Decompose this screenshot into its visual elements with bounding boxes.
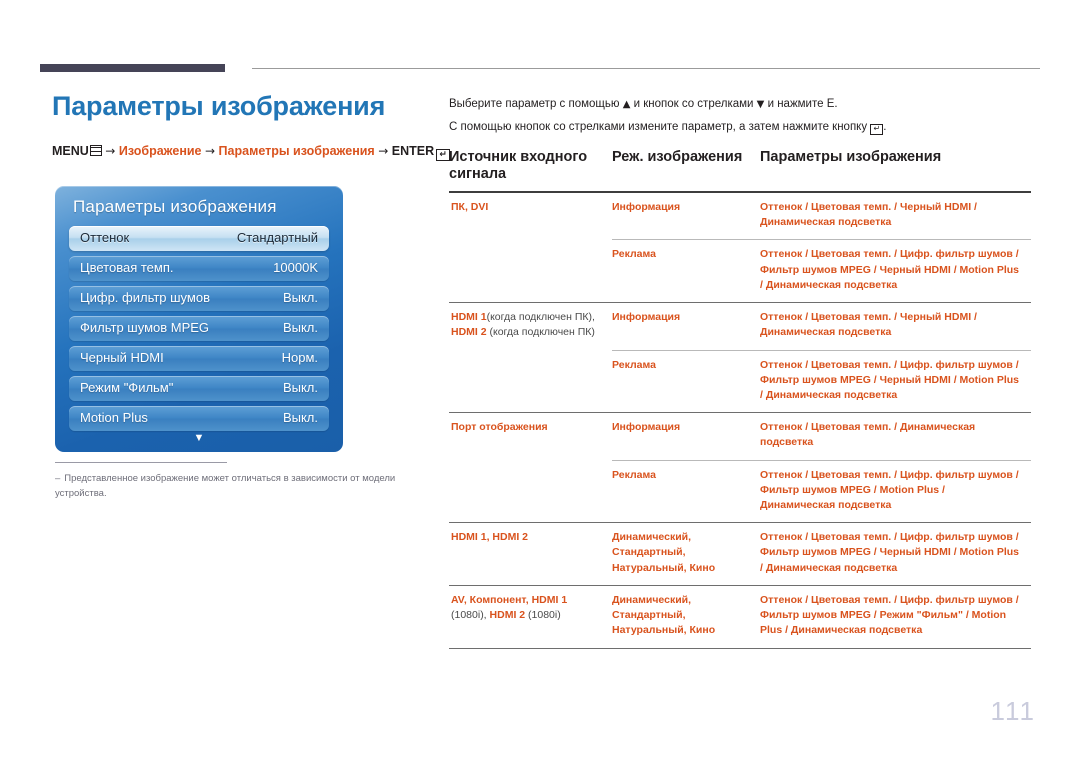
osd-item-tint[interactable]: Оттенок Стандартный bbox=[69, 226, 329, 251]
footnote-text: ‒ Представленное изображение может отлича… bbox=[55, 471, 415, 501]
header-rule-dark-bar bbox=[40, 64, 225, 72]
table-cell-options: Оттенок / Цветовая темп. / Цифр. фильтр … bbox=[760, 239, 1031, 303]
instruction-1-part-3: и нажмите Е. bbox=[767, 98, 838, 110]
table-cell-options: Оттенок / Цветовая темп. / Цифр. фильтр … bbox=[760, 584, 1031, 649]
menu-path-breadcrumb: MENU → Изображение → Параметры изображен… bbox=[52, 143, 451, 161]
osd-item-color-temperature[interactable]: Цветовая темп. 10000K bbox=[69, 256, 329, 281]
table-header-source: Источник входного сигнала bbox=[449, 148, 588, 183]
menu-path-step-2: Параметры изображения bbox=[218, 143, 375, 158]
table-cell-options: Оттенок / Цветовая темп. / Черный HDMI /… bbox=[760, 191, 1031, 240]
table-cell-source: Порт отображения bbox=[449, 412, 612, 523]
osd-item-film-mode[interactable]: Режим "Фильм" Выкл. bbox=[69, 376, 329, 401]
table-cell-mode: Динамический, Стандартный, Натуральный, … bbox=[612, 584, 760, 649]
source-token-2: HDMI 2 bbox=[451, 326, 487, 339]
header-rule bbox=[40, 64, 1040, 72]
menu-path-menu-label: MENU bbox=[52, 143, 89, 158]
table-cell-options: Оттенок / Цветовая темп. / Цифр. фильтр … bbox=[760, 459, 1031, 523]
table-cell-mode: Реклама bbox=[612, 239, 760, 303]
table-cell-mode: Информация bbox=[612, 191, 760, 240]
source-token-2: HDMI 2 bbox=[489, 609, 526, 622]
source-token-1: HDMI 1 bbox=[451, 311, 487, 324]
source-note-2: (когда подключен ПК) bbox=[486, 326, 595, 339]
instruction-line-2: С помощью кнопок со стрелками измените п… bbox=[449, 121, 1031, 135]
table-cell-mode: Динамический, Стандартный, Натуральный, … bbox=[612, 522, 760, 586]
source-token-1: AV, Компонент, HDMI 1 bbox=[451, 593, 568, 606]
source-note-2: (1080i) bbox=[525, 609, 561, 622]
osd-item-value: Выкл. bbox=[282, 380, 318, 395]
table-cell-options: Оттенок / Цветовая темп. / Черный HDMI /… bbox=[760, 302, 1031, 350]
osd-item-value: Норм. bbox=[281, 350, 318, 365]
table-header-picture-options: Параметры изображения bbox=[760, 148, 942, 165]
table-bottom-rule bbox=[449, 647, 1031, 665]
table-header-row: Источник входного сигнала Реж. изображен… bbox=[449, 149, 1031, 192]
table-cell-options: Оттенок / Цветовая темп. / Динамическая … bbox=[760, 412, 1031, 461]
osd-panel-title: Параметры изображения bbox=[73, 197, 277, 216]
osd-item-digital-noise-filter[interactable]: Цифр. фильтр шумов Выкл. bbox=[69, 286, 329, 311]
osd-item-motion-plus[interactable]: Motion Plus Выкл. bbox=[69, 406, 329, 431]
table-row: ПК, DVI Информация Оттенок / Цветовая те… bbox=[449, 191, 1031, 303]
footnote: ‒ Представленное изображение может отлича… bbox=[55, 462, 415, 501]
table-row: HDMI 1, HDMI 2 Динамический, Стандартный… bbox=[449, 522, 1031, 586]
osd-picture-options-panel: Параметры изображения Оттенок Стандартны… bbox=[55, 186, 343, 452]
osd-item-hdmi-black-level[interactable]: Черный HDMI Норм. bbox=[69, 346, 329, 371]
osd-item-label: Цифр. фильтр шумов bbox=[80, 290, 210, 305]
menu-path-enter-label: ENTER bbox=[391, 143, 435, 158]
osd-item-value: Выкл. bbox=[282, 320, 318, 335]
table-row: Порт отображения Информация Оттенок / Цв… bbox=[449, 412, 1031, 523]
menu-path-step-1: Изображение bbox=[118, 143, 202, 158]
enter-key-icon-2: ↵ bbox=[870, 123, 884, 135]
arrow-up-icon: ▲ bbox=[622, 99, 631, 110]
arrow-down-icon: ▼ bbox=[756, 99, 765, 110]
osd-item-value: Стандартный bbox=[236, 230, 318, 245]
instruction-2-part-1: С помощью кнопок со стрелками измените п… bbox=[449, 120, 868, 133]
osd-item-mpeg-noise-filter[interactable]: Фильтр шумов MPEG Выкл. bbox=[69, 316, 329, 341]
source-note-1: (1080i), bbox=[451, 609, 490, 622]
table-cell-source: ПК, DVI bbox=[449, 191, 612, 303]
table-cell-mode: Информация bbox=[612, 302, 760, 350]
table-cell-source: HDMI 1, HDMI 2 bbox=[449, 522, 612, 586]
source-note-1: (когда подключен ПК), bbox=[486, 311, 595, 324]
arrow-right-icon-1: → bbox=[105, 143, 116, 158]
osd-item-label: Цветовая темп. bbox=[80, 260, 174, 275]
table-cell-source: HDMI 1(когда подключен ПК), HDMI 2 (когд… bbox=[449, 302, 612, 413]
osd-item-label: Оттенок bbox=[80, 230, 130, 245]
osd-item-label: Черный HDMI bbox=[80, 350, 164, 365]
osd-item-value: Выкл. bbox=[282, 410, 318, 425]
header-rule-thin-line bbox=[252, 68, 1040, 69]
table-row: HDMI 1(когда подключен ПК), HDMI 2 (когд… bbox=[449, 302, 1031, 413]
table-header-picture-mode: Реж. изображения bbox=[612, 148, 743, 165]
footnote-body: Представленное изображение может отличат… bbox=[55, 473, 396, 500]
instruction-line-1: Выберите параметр с помощью ▲ и кнопок с… bbox=[449, 98, 1031, 112]
chevron-down-icon[interactable]: ▼ bbox=[55, 433, 343, 444]
right-column: Выберите параметр с помощью ▲ и кнопок с… bbox=[449, 98, 1031, 665]
menu-box-icon bbox=[89, 144, 102, 156]
osd-item-value: Выкл. bbox=[282, 290, 318, 305]
page-number: 111 bbox=[990, 696, 1036, 726]
table-cell-mode: Реклама bbox=[612, 349, 760, 413]
left-column: Параметры изображения MENU → Изображение… bbox=[52, 91, 451, 161]
table-cell-options: Оттенок / Цветовая темп. / Цифр. фильтр … bbox=[760, 522, 1031, 586]
arrow-right-icon-2: → bbox=[205, 143, 216, 158]
footnote-divider bbox=[55, 462, 227, 463]
table-row: AV, Компонент, HDMI 1 (1080i), HDMI 2 (1… bbox=[449, 584, 1031, 649]
page-title: Параметры изображения bbox=[52, 91, 386, 121]
picture-options-table: Источник входного сигнала Реж. изображен… bbox=[449, 149, 1031, 665]
footnote-dash: ‒ bbox=[55, 473, 61, 484]
table-cell-source: AV, Компонент, HDMI 1 (1080i), HDMI 2 (1… bbox=[449, 584, 612, 649]
table-cell-mode: Информация bbox=[612, 412, 760, 461]
osd-item-label: Фильтр шумов MPEG bbox=[80, 320, 210, 335]
instruction-1-part-2: и кнопок со стрелками bbox=[633, 98, 754, 110]
osd-item-label: Режим "Фильм" bbox=[80, 380, 174, 395]
osd-item-value: 10000K bbox=[273, 260, 318, 275]
table-cell-mode: Реклама bbox=[612, 459, 760, 523]
osd-item-label: Motion Plus bbox=[80, 410, 148, 425]
instruction-2-end: . bbox=[883, 120, 887, 133]
arrow-right-icon-3: → bbox=[378, 143, 389, 158]
table-cell-options: Оттенок / Цветовая темп. / Цифр. фильтр … bbox=[760, 349, 1031, 413]
instruction-1-part-1: Выберите параметр с помощью bbox=[449, 98, 620, 110]
